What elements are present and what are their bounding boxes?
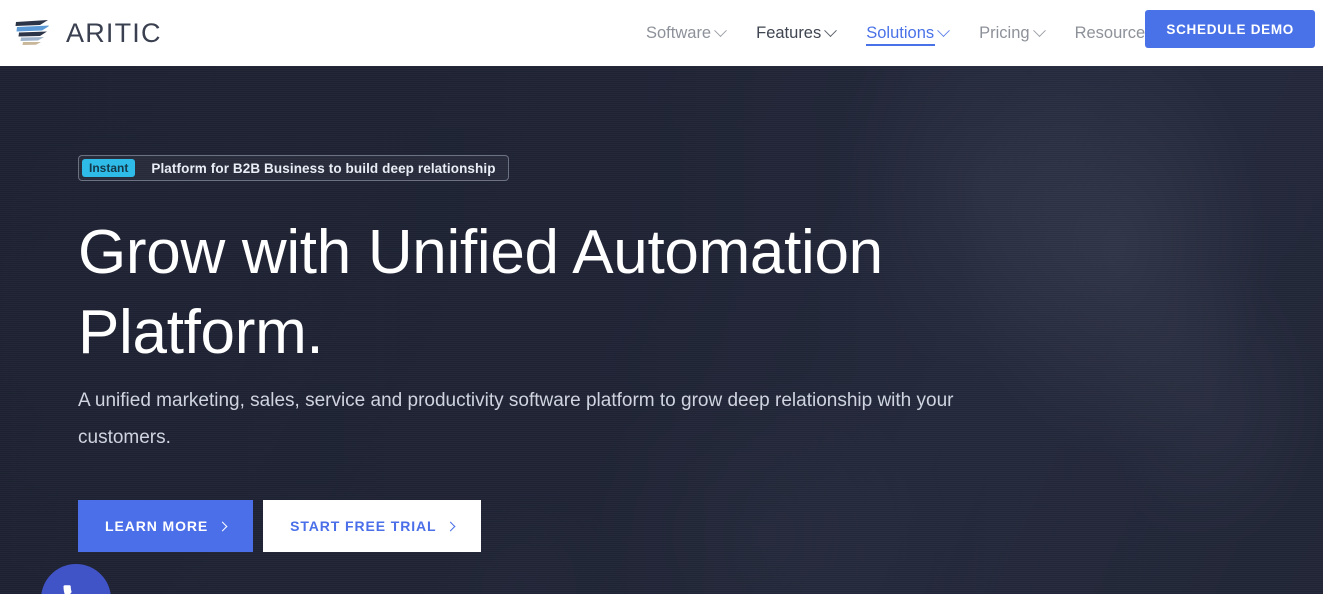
nav-label: Features — [756, 24, 822, 42]
learn-more-label: LEARN MORE — [105, 518, 209, 534]
aritic-wing-icon — [15, 19, 55, 47]
hero-content: Instant Platform for B2B Business to bui… — [0, 66, 1323, 594]
main-nav: Software Features Solutions Pricing Reso… — [646, 0, 1170, 66]
logo-text: ARITIC — [66, 17, 162, 48]
badge-text: Platform for B2B Business to build deep … — [151, 160, 496, 176]
nav-item-pricing[interactable]: Pricing — [979, 0, 1046, 66]
nav-item-solutions[interactable]: Solutions — [866, 0, 951, 66]
nav-label: Software — [646, 24, 712, 42]
site-header: ARITIC Software Features Solutions Prici… — [0, 0, 1323, 66]
hero-announcement-badge[interactable]: Instant Platform for B2B Business to bui… — [78, 155, 509, 181]
hero-title: Grow with Unified Automation Platform. — [78, 218, 883, 367]
chevron-down-icon — [937, 23, 951, 37]
phone-icon — [63, 585, 72, 594]
nav-label: Pricing — [979, 24, 1030, 42]
start-free-trial-label: START FREE TRIAL — [290, 518, 437, 534]
schedule-demo-button[interactable]: SCHEDULE DEMO — [1145, 10, 1315, 48]
nav-label: Solutions — [866, 24, 935, 42]
hero-subtitle: A unified marketing, sales, service and … — [78, 390, 954, 448]
chevron-right-icon — [446, 521, 456, 531]
chevron-down-icon — [1032, 23, 1046, 37]
badge-tag: Instant — [82, 159, 136, 177]
chevron-right-icon — [217, 521, 228, 531]
nav-item-features[interactable]: Features — [756, 0, 838, 66]
logo[interactable]: ARITIC — [14, 17, 162, 49]
nav-label: Resources — [1074, 24, 1154, 42]
hero-cta-group: LEARN MORE START FREE TRIAL — [78, 500, 482, 552]
start-free-trial-button[interactable]: START FREE TRIAL — [263, 500, 482, 552]
hero-section: Instant Platform for B2B Business to bui… — [0, 66, 1323, 594]
learn-more-button[interactable]: LEARN MORE — [78, 500, 254, 552]
chevron-down-icon — [824, 23, 838, 37]
chevron-down-icon — [714, 23, 727, 37]
nav-item-software[interactable]: Software — [646, 0, 727, 66]
